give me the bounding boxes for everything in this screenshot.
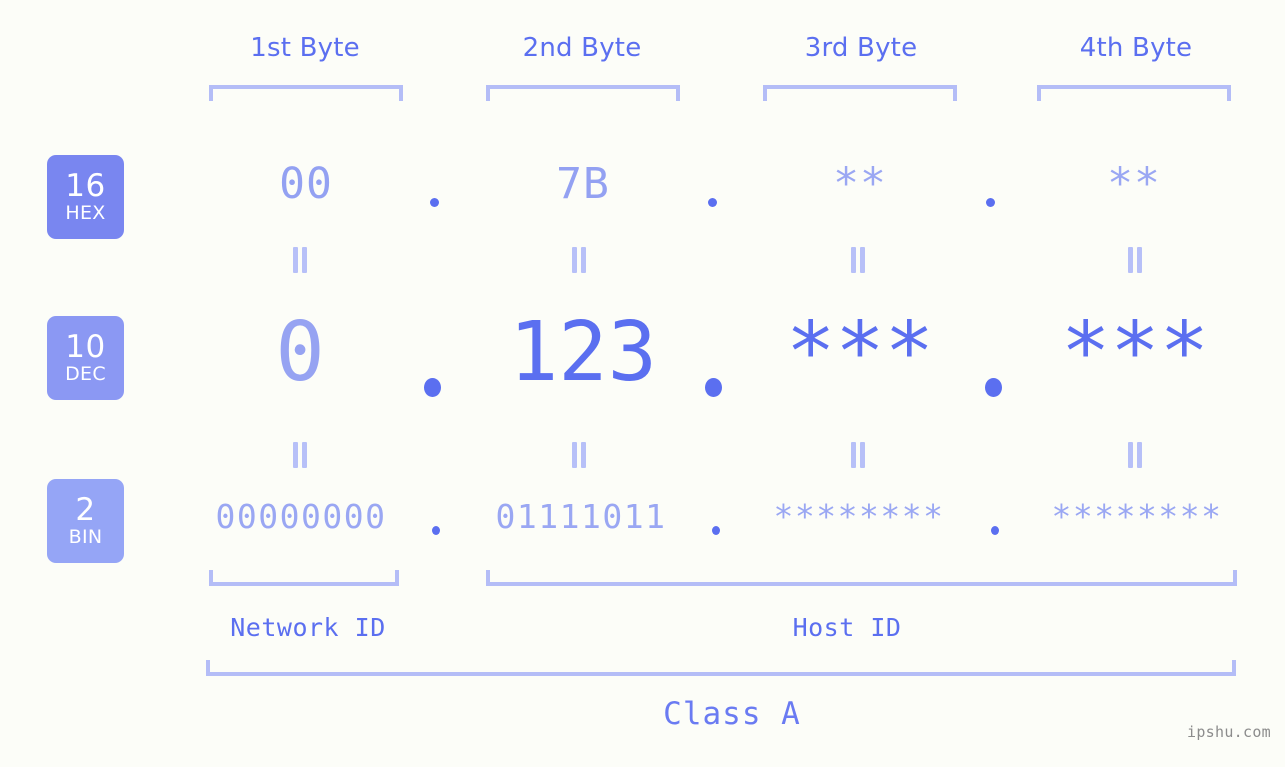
class-bracket <box>206 660 1236 676</box>
dec-byte-3-value: *** <box>785 305 935 400</box>
base-badge-bin-number: 2 <box>75 492 96 528</box>
bin-byte-4-value: ******** <box>1051 497 1223 536</box>
equals-icon-hex-dec-4 <box>1128 247 1144 273</box>
hex-byte-4-value: ** <box>1107 159 1161 209</box>
equals-icon-dec-bin-1 <box>293 442 309 468</box>
base-badge-dec-number: 10 <box>65 329 106 365</box>
bin-separator-1 <box>432 526 440 535</box>
ip-byte-diagram: 1st Byte 2nd Byte 3rd Byte 4th Byte 16 H… <box>0 0 1285 767</box>
hex-byte-2-value: 7B <box>556 159 610 209</box>
base-badge-bin-abbr: BIN <box>68 526 103 548</box>
site-watermark: ipshu.com <box>1187 723 1271 741</box>
class-label: Class A <box>663 696 801 732</box>
hex-byte-3-value: ** <box>833 159 887 209</box>
dec-separator-3 <box>985 378 1002 397</box>
dec-byte-2-value: 123 <box>508 305 658 400</box>
bin-byte-1-value: 00000000 <box>215 497 387 536</box>
byte-bracket-4 <box>1037 85 1231 101</box>
dec-separator-1 <box>424 378 441 397</box>
byte-header-2: 2nd Byte <box>522 33 642 63</box>
base-badge-hex: 16 HEX <box>47 155 124 239</box>
equals-icon-dec-bin-2 <box>572 442 588 468</box>
host-id-label: Host ID <box>792 613 902 642</box>
hex-separator-1 <box>430 198 439 207</box>
dec-byte-1-value: 0 <box>275 305 325 400</box>
base-badge-hex-abbr: HEX <box>65 202 106 224</box>
hex-separator-3 <box>986 198 995 207</box>
equals-icon-hex-dec-2 <box>572 247 588 273</box>
byte-bracket-2 <box>486 85 680 101</box>
base-badge-bin: 2 BIN <box>47 479 124 563</box>
base-badge-dec: 10 DEC <box>47 316 124 400</box>
network-id-label: Network ID <box>230 613 386 642</box>
bin-separator-3 <box>991 526 999 535</box>
equals-icon-hex-dec-3 <box>851 247 867 273</box>
host-id-bracket <box>486 570 1237 586</box>
byte-bracket-1 <box>209 85 403 101</box>
hex-byte-1-value: 00 <box>279 159 333 209</box>
byte-header-1: 1st Byte <box>250 33 360 63</box>
byte-bracket-3 <box>763 85 957 101</box>
bin-separator-2 <box>712 526 720 535</box>
byte-header-3: 3rd Byte <box>804 33 918 63</box>
bin-byte-3-value: ******** <box>773 497 945 536</box>
base-badge-dec-abbr: DEC <box>65 363 106 385</box>
equals-icon-dec-bin-3 <box>851 442 867 468</box>
hex-separator-2 <box>708 198 717 207</box>
base-badge-hex-number: 16 <box>65 168 106 204</box>
bin-byte-2-value: 01111011 <box>495 497 667 536</box>
equals-icon-hex-dec-1 <box>293 247 309 273</box>
equals-icon-dec-bin-4 <box>1128 442 1144 468</box>
byte-header-4: 4th Byte <box>1079 33 1193 63</box>
dec-byte-4-value: *** <box>1060 305 1210 400</box>
network-id-bracket <box>209 570 399 586</box>
dec-separator-2 <box>705 378 722 397</box>
